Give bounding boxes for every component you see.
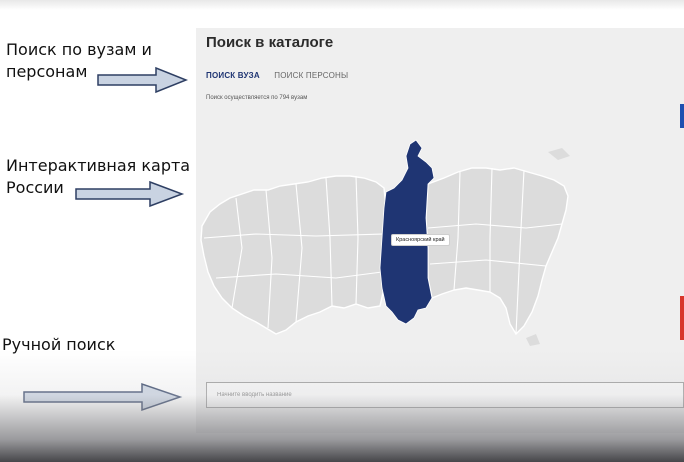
map-island <box>548 148 570 160</box>
arrow-right-icon <box>97 66 189 94</box>
tab-person-search[interactable]: ПОИСК ПЕРСОНЫ <box>274 71 348 80</box>
edge-marker-blue <box>680 104 684 128</box>
region-tooltip: Красноярский край <box>391 234 450 246</box>
top-strip <box>0 0 684 10</box>
map-island <box>526 334 540 346</box>
map-region-east[interactable] <box>425 167 569 336</box>
map-region-krasnoyarsk[interactable] <box>379 139 435 325</box>
manual-search-input[interactable] <box>206 382 684 408</box>
page-title: Поиск в каталоге <box>206 34 334 51</box>
search-tabs: ПОИСК ВУЗА ПОИСК ПЕРСОНЫ <box>206 71 360 80</box>
catalog-panel: Поиск в каталоге ПОИСК ВУЗА ПОИСК ПЕРСОН… <box>196 28 684 433</box>
search-info-text: Поиск осуществляется по 794 вузам <box>206 95 308 101</box>
arrow-right-icon <box>75 180 185 208</box>
map-region-west[interactable] <box>200 175 387 335</box>
annotation-manual-search: Ручной поиск <box>2 335 116 354</box>
edge-marker-red <box>680 296 684 340</box>
arrow-right-icon <box>23 382 183 412</box>
tab-university-search[interactable]: ПОИСК ВУЗА <box>206 71 260 80</box>
